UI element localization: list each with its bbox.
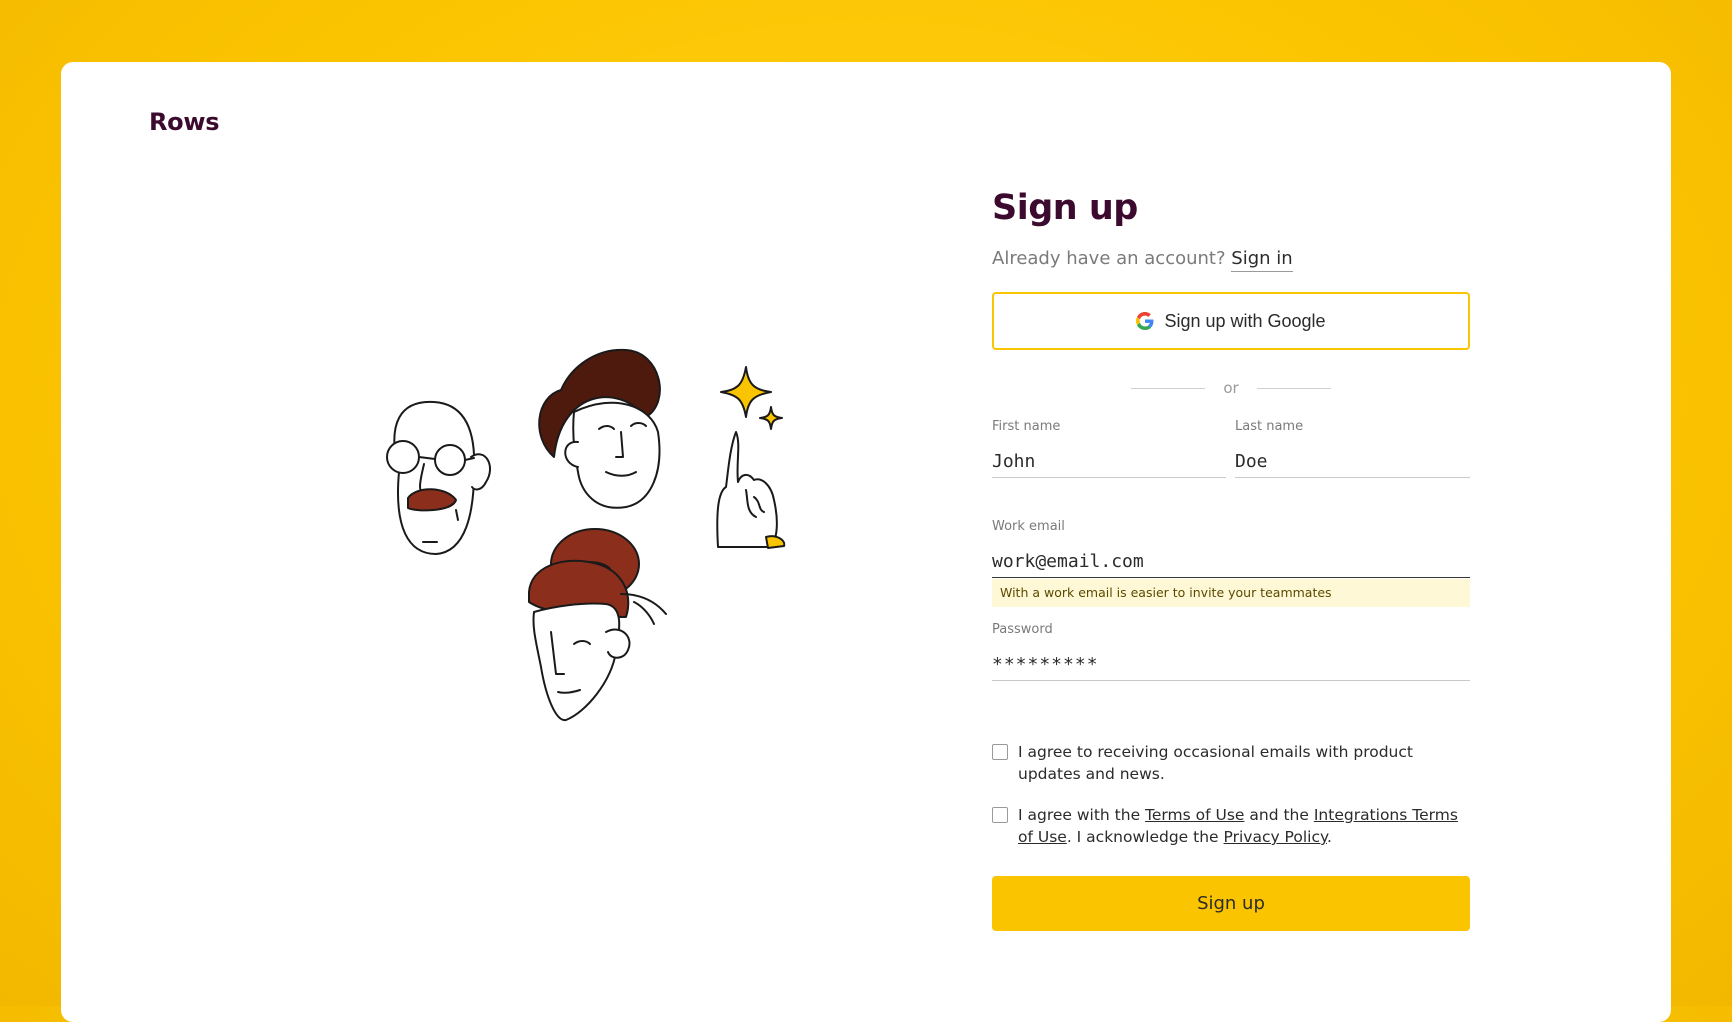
google-button-label: Sign up with Google [1164,310,1326,331]
first-name-input[interactable] [992,446,1226,478]
page-title: Sign up [992,188,1138,228]
signup-submit-button[interactable]: Sign up [992,876,1470,931]
consent-emails-text: I agree to receiving occasional emails w… [1018,743,1413,783]
email-hint: With a work email is easier to invite yo… [992,579,1470,607]
rows-logo[interactable]: Rows [149,108,220,136]
google-icon [1136,312,1154,330]
sparkle-big-icon [720,366,772,418]
last-name-input[interactable] [1235,446,1470,478]
glasses-right [434,444,466,476]
password-label: Password [992,622,1053,637]
divider-text: or [1223,379,1239,397]
privacy-policy-link[interactable]: Privacy Policy [1224,828,1327,846]
signup-form: Sign up Already have an account? Sign in… [992,184,1470,931]
sparkle-small-icon [759,406,783,430]
consent-terms-row: I agree with the Terms of Use and the In… [992,804,1470,848]
google-signup-button[interactable]: Sign up with Google [992,292,1470,350]
people-illustration [316,272,796,732]
terms-end: . [1326,828,1332,846]
divider-line-left [1131,387,1206,389]
consent-terms-checkbox[interactable] [992,807,1008,823]
woman-face-bottom [532,602,621,722]
old-man-face [393,400,476,555]
pointing-hand-icon [716,431,778,548]
first-name-label: First name [992,419,1061,434]
consent-terms-text: I agree with the Terms of Use and the In… [1018,804,1470,848]
consent-emails-row: I agree to receiving occasional emails w… [992,741,1470,785]
name-row: First name Last name [992,418,1470,478]
terms-prefix: I agree with the [1018,806,1146,824]
or-divider: or [992,378,1470,398]
consent-emails-checkbox[interactable] [992,744,1008,760]
terms-after: . I acknowledge the [1066,828,1224,846]
woman-ear-top [564,440,579,468]
email-label: Work email [992,519,1065,534]
mustache [407,488,457,512]
last-name-label: Last name [1235,419,1304,434]
last-name-field: Last name [1235,418,1470,478]
signup-card: Rows Sign up Already have an account? Si… [61,62,1671,1022]
glasses-left [386,440,420,474]
woman-face-top [572,401,661,509]
password-input[interactable] [992,649,1470,681]
people-illustration-svg [386,348,786,722]
terms-middle: and the [1244,806,1314,824]
signin-link[interactable]: Sign in [1231,248,1293,272]
first-name-field: First name [992,418,1226,478]
terms-of-use-link[interactable]: Terms of Use [1145,806,1244,824]
email-input[interactable] [992,546,1470,578]
already-have-account-text: Already have an account? [992,248,1226,269]
old-man-ear [470,453,491,491]
password-field: Password [992,621,1470,681]
email-field: Work email With a work email is easier t… [992,518,1470,607]
divider-line-right [1256,387,1331,389]
signin-prompt: Already have an account? Sign in [992,246,1470,272]
